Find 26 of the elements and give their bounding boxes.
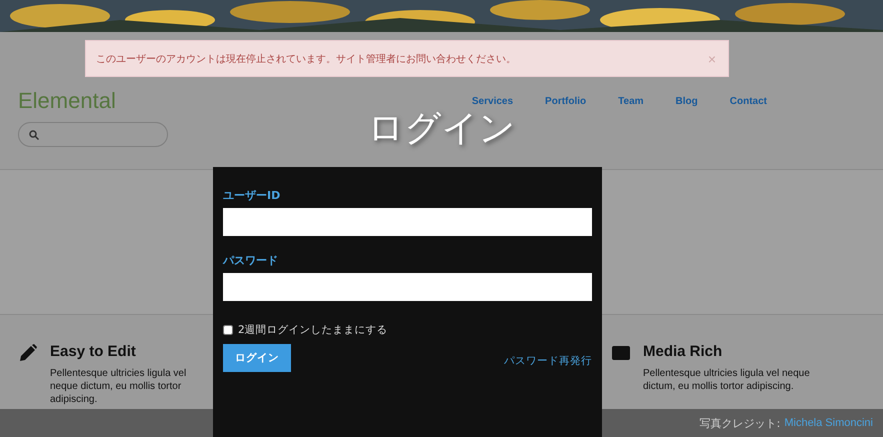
login-button[interactable]: ログイン bbox=[223, 344, 291, 372]
nav-link[interactable]: Team bbox=[602, 96, 660, 107]
remember-label: 2週間ログインしたままにする bbox=[238, 323, 388, 337]
nav-link[interactable]: Contact bbox=[714, 96, 783, 107]
close-button[interactable]: × bbox=[708, 50, 716, 66]
nav-link[interactable]: Services bbox=[456, 96, 530, 107]
login-title: ログイン bbox=[368, 107, 516, 151]
remember-checkbox[interactable] bbox=[223, 325, 233, 335]
feature-title: Media Rich bbox=[643, 343, 722, 361]
search-icon bbox=[29, 130, 39, 140]
site-name: Elemental bbox=[18, 88, 116, 114]
alert-message: このユーザーのアカウントは現在停止されています。サイト管理者にお問い合わせください。 bbox=[96, 52, 516, 66]
field-label: ユーザーID bbox=[223, 189, 280, 203]
pencil-icon bbox=[18, 343, 38, 363]
field-label: パスワード bbox=[223, 254, 278, 268]
feature-text: Pellentesque ultricies ligula vel neque dictum, eu mollis tortor adipiscing. bbox=[643, 367, 811, 393]
password-field[interactable] bbox=[223, 273, 592, 301]
feature-title: Easy to Edit bbox=[50, 343, 136, 361]
user-id-field[interactable] bbox=[223, 208, 592, 236]
search-field[interactable] bbox=[18, 122, 168, 147]
password-reset-link[interactable]: パスワード再発行 bbox=[504, 354, 592, 368]
credit-link[interactable]: Michela Simoncini bbox=[784, 417, 873, 429]
feature-text: Pellentesque ultricies ligula vel neque dictum, eu mollis tortor adipiscing. bbox=[50, 367, 188, 406]
nav-link[interactable]: Blog bbox=[660, 96, 714, 107]
nav-link[interactable]: Portfolio bbox=[529, 96, 602, 107]
credit-label: 写真クレジット: bbox=[700, 416, 780, 430]
